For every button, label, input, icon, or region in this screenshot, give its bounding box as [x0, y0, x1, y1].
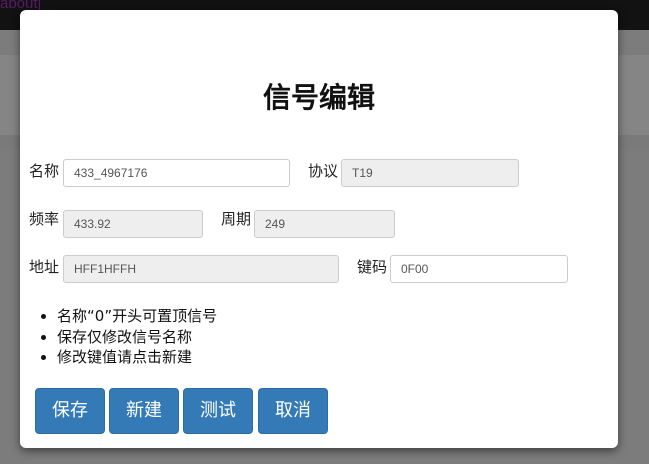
name-label: 名称 [29, 162, 60, 180]
frequency-input: 433.92 [63, 210, 203, 238]
address-input: HFF1HFFH [63, 255, 339, 283]
period-label: 周期 [221, 210, 252, 228]
signal-edit-dialog: 信号编辑 名称 433_4967176 协议 T19 频率 433.92 周期 … [20, 10, 618, 448]
protocol-input: T19 [341, 159, 519, 187]
cancel-button[interactable]: 取消 [258, 388, 328, 434]
protocol-label: 协议 [308, 162, 339, 180]
period-input: 249 [254, 210, 395, 238]
new-button[interactable]: 新建 [109, 388, 179, 434]
note-item: 保存仅修改信号名称 [57, 327, 217, 348]
address-label: 地址 [29, 258, 60, 276]
note-item: 修改键值请点击新建 [57, 347, 217, 368]
notes-list: 名称“0”开头可置顶信号 保存仅修改信号名称 修改键值请点击新建 [37, 306, 217, 368]
note-item: 名称“0”开头可置顶信号 [57, 306, 217, 327]
keycode-label: 键码 [357, 258, 388, 276]
frequency-label: 频率 [29, 210, 60, 228]
dialog-title: 信号编辑 [262, 81, 375, 114]
test-button[interactable]: 测试 [183, 388, 253, 434]
name-input[interactable]: 433_4967176 [63, 159, 290, 187]
save-button[interactable]: 保存 [35, 388, 105, 434]
keycode-input[interactable]: 0F00 [390, 255, 568, 283]
